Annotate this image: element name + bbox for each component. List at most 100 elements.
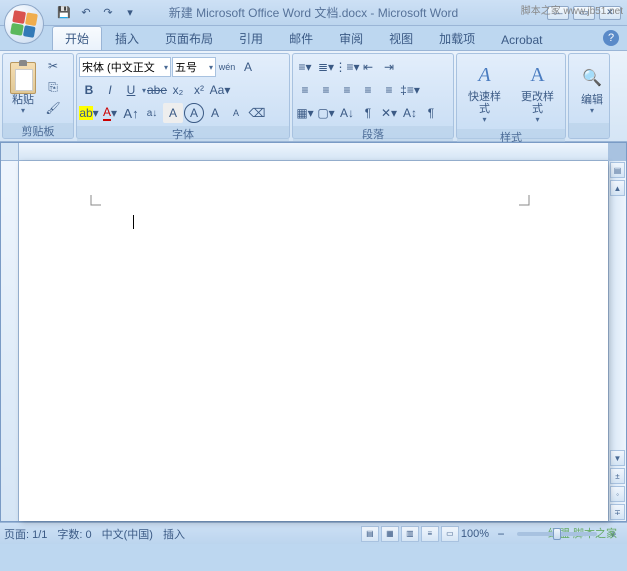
- quick-access-toolbar: 💾 ↶ ↷ ▾: [54, 4, 140, 22]
- tab-view[interactable]: 视图: [376, 26, 426, 50]
- find-icon: 🔍: [576, 62, 608, 94]
- change-styles-icon: A: [522, 59, 554, 91]
- horizontal-ruler[interactable]: [19, 143, 608, 161]
- editing-button[interactable]: 🔍 编辑 ▾: [571, 56, 613, 121]
- line-spacing-button[interactable]: ‡≡▾: [400, 80, 420, 100]
- document-page[interactable]: [19, 161, 608, 521]
- scroll-up-icon[interactable]: ▲: [610, 180, 625, 196]
- superscript-button[interactable]: x²: [189, 80, 209, 100]
- pinyin-button[interactable]: wén: [217, 57, 237, 77]
- tab-home[interactable]: 开始: [52, 26, 102, 50]
- group-editing: 🔍 编辑 ▾: [568, 53, 610, 139]
- bold-button[interactable]: B: [79, 80, 99, 100]
- qat-save-icon[interactable]: 💾: [54, 4, 74, 22]
- group-font: 宋体 (中文正文 五号 wén A B I U ▾ abe x₂ x² Aa▾ …: [76, 53, 290, 139]
- italic-button[interactable]: I: [100, 80, 120, 100]
- scroll-down-icon[interactable]: ▼: [610, 450, 625, 466]
- zoom-slider[interactable]: [517, 532, 597, 536]
- change-styles-label: 更改样式: [517, 91, 558, 115]
- char-border-button[interactable]: A: [238, 57, 258, 77]
- tab-references[interactable]: 引用: [226, 26, 276, 50]
- enclosed-char-button[interactable]: A: [184, 103, 204, 123]
- format-painter-button[interactable]: 🖌: [43, 98, 63, 118]
- vertical-ruler[interactable]: [1, 161, 19, 521]
- tab-acrobat[interactable]: Acrobat: [488, 29, 555, 50]
- margin-marks-icon: [19, 161, 608, 221]
- ruler-toggle-icon[interactable]: ▤: [610, 162, 625, 178]
- align-center-button[interactable]: ≡: [316, 80, 336, 100]
- qat-customize-icon[interactable]: ▾: [120, 4, 140, 22]
- qat-undo-icon[interactable]: ↶: [76, 4, 96, 22]
- zoom-thumb[interactable]: [553, 528, 561, 540]
- window-title: 新建 Microsoft Office Word 文档.docx - Micro…: [169, 4, 458, 21]
- clear-format-button[interactable]: ⌫: [247, 103, 267, 123]
- help-button[interactable]: ?: [603, 30, 619, 46]
- grow-font-button[interactable]: A↑: [121, 103, 141, 123]
- grow-font-alt-button[interactable]: A: [205, 103, 225, 123]
- align-right-button[interactable]: ≡: [337, 80, 357, 100]
- group-styles: A 快速样式 ▾ A 更改样式 ▾ 样式: [456, 53, 566, 139]
- text-cursor: [133, 215, 134, 229]
- shrink-font-alt-button[interactable]: A: [226, 103, 246, 123]
- cut-button[interactable]: ✂: [43, 56, 63, 76]
- tab-layout[interactable]: 页面布局: [152, 26, 226, 50]
- justify-button[interactable]: ≡: [358, 80, 378, 100]
- browse-object-icon[interactable]: ◦: [610, 486, 625, 502]
- shading-button[interactable]: ▦▾: [295, 103, 315, 123]
- tab-review[interactable]: 审阅: [326, 26, 376, 50]
- para-marks-button[interactable]: ¶: [421, 103, 441, 123]
- status-bar: 页面: 1/1 字数: 0 中文(中国) 插入 ▤ ▦ ▥ ≡ ▭ 100% −…: [0, 522, 627, 544]
- status-language[interactable]: 中文(中国): [102, 526, 153, 542]
- char-shading-button[interactable]: A: [163, 103, 183, 123]
- vertical-scrollbar[interactable]: ▤ ▲ ▼ ± ◦ ∓: [608, 161, 626, 521]
- view-outline-button[interactable]: ≡: [421, 526, 439, 542]
- view-fullscreen-button[interactable]: ▦: [381, 526, 399, 542]
- multilevel-list-button[interactable]: ⋮≡▾: [337, 57, 357, 77]
- paragraph-group-label: 段落: [293, 126, 453, 141]
- zoom-out-button[interactable]: −: [491, 524, 511, 544]
- office-button[interactable]: [4, 4, 44, 44]
- subscript-button[interactable]: x₂: [168, 80, 188, 100]
- tab-insert[interactable]: 插入: [102, 26, 152, 50]
- quick-styles-button[interactable]: A 快速样式 ▾: [459, 56, 510, 127]
- prev-page-icon[interactable]: ±: [610, 468, 625, 484]
- view-web-button[interactable]: ▥: [401, 526, 419, 542]
- zoom-level[interactable]: 100%: [461, 528, 489, 540]
- distribute-button[interactable]: ≡: [379, 80, 399, 100]
- highlight-button[interactable]: ab▾: [79, 103, 99, 123]
- status-words[interactable]: 字数: 0: [57, 526, 91, 542]
- next-page-icon[interactable]: ∓: [610, 504, 625, 520]
- sort-button[interactable]: A↓: [337, 103, 357, 123]
- increase-indent-button[interactable]: ⇥: [379, 57, 399, 77]
- paste-button[interactable]: 粘贴 ▾: [5, 56, 41, 121]
- font-name-select[interactable]: 宋体 (中文正文: [79, 57, 171, 77]
- sort-az-button[interactable]: A↕: [400, 103, 420, 123]
- view-print-layout-button[interactable]: ▤: [361, 526, 379, 542]
- asian-layout-button[interactable]: ✕▾: [379, 103, 399, 123]
- underline-button[interactable]: U: [121, 80, 141, 100]
- align-left-button[interactable]: ≡: [295, 80, 315, 100]
- show-marks-button[interactable]: ¶: [358, 103, 378, 123]
- copy-button[interactable]: ⎘: [43, 77, 63, 97]
- number-list-button[interactable]: ≣▾: [316, 57, 336, 77]
- status-mode[interactable]: 插入: [163, 526, 185, 542]
- view-draft-button[interactable]: ▭: [441, 526, 459, 542]
- font-size-select[interactable]: 五号: [172, 57, 216, 77]
- tab-addins[interactable]: 加载项: [426, 26, 488, 50]
- quick-styles-label: 快速样式: [464, 91, 505, 115]
- ruler-corner: [1, 143, 19, 161]
- qat-redo-icon[interactable]: ↷: [98, 4, 118, 22]
- tab-mail[interactable]: 邮件: [276, 26, 326, 50]
- borders-button[interactable]: ▢▾: [316, 103, 336, 123]
- strikethrough-button[interactable]: abe: [147, 80, 167, 100]
- change-case-button[interactable]: Aa▾: [210, 80, 230, 100]
- status-page[interactable]: 页面: 1/1: [4, 526, 47, 542]
- office-logo-icon: [10, 10, 38, 38]
- scroll-track[interactable]: [609, 197, 626, 449]
- change-styles-button[interactable]: A 更改样式 ▾: [512, 56, 563, 127]
- paste-icon: [10, 62, 36, 94]
- shrink-font-button[interactable]: a↓: [142, 103, 162, 123]
- bullet-list-button[interactable]: ≡▾: [295, 57, 315, 77]
- font-color-button[interactable]: A▾: [100, 103, 120, 123]
- decrease-indent-button[interactable]: ⇤: [358, 57, 378, 77]
